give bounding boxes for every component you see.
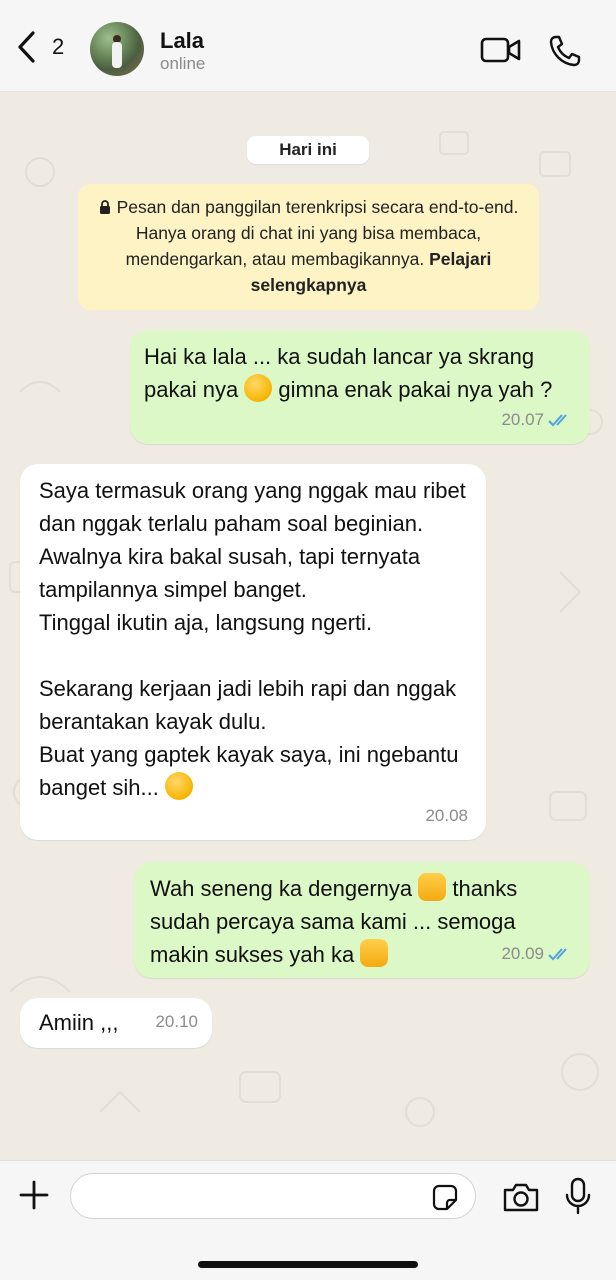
camera-icon[interactable]: [502, 1181, 540, 1213]
message-meta: 20.08: [425, 799, 468, 832]
phone-icon[interactable]: [548, 34, 582, 68]
chevron-left-icon: [18, 31, 35, 63]
message-incoming[interactable]: Saya termasuk orang yang nggak mau ribet…: [20, 464, 486, 840]
message-meta: 20.10: [155, 1005, 198, 1038]
date-separator: Hari ini: [247, 136, 369, 164]
message-meta: 20.09: [501, 937, 572, 970]
message-time: 20.10: [155, 1012, 198, 1031]
back-button[interactable]: 2: [16, 30, 64, 64]
message-time: 20.08: [425, 806, 468, 825]
contact-status: online: [160, 54, 206, 73]
encryption-notice[interactable]: Pesan dan panggilan terenkripsi secara e…: [78, 184, 539, 310]
composer-bar: [0, 1160, 616, 1280]
message-text: Wah seneng ka dengernya: [150, 876, 419, 901]
message-time: 20.07: [501, 410, 544, 429]
avatar[interactable]: [90, 22, 144, 76]
video-camera-icon[interactable]: [480, 36, 522, 64]
plus-icon[interactable]: [18, 1179, 50, 1211]
message-time: 20.09: [501, 944, 544, 963]
grinning-emoji-icon: [164, 772, 193, 800]
message-text: gimna enak pakai nya yah ?: [272, 377, 553, 402]
message-outgoing[interactable]: Wah seneng ka dengernya thanks sudah per…: [134, 862, 590, 978]
heart-hands-emoji-icon: [418, 873, 447, 901]
contact-name[interactable]: Lala: [160, 28, 204, 54]
unread-count: 2: [52, 34, 65, 59]
double-check-icon: [548, 413, 567, 426]
lock-icon: [99, 200, 110, 214]
message-input[interactable]: [70, 1173, 476, 1219]
message-outgoing[interactable]: Hai ka lala ... ka sudah lancar ya skran…: [130, 330, 590, 444]
sticker-icon[interactable]: [430, 1183, 460, 1213]
message-meta: 20.07: [501, 403, 572, 436]
chat-header: 2 Lala online: [0, 0, 616, 92]
palms-up-emoji-icon: [360, 939, 389, 967]
chat-area[interactable]: Hari ini Pesan dan panggilan terenkripsi…: [0, 92, 616, 1160]
message-incoming[interactable]: Amiin ,,, 20.10: [20, 998, 212, 1048]
double-check-icon: [548, 947, 567, 960]
home-indicator: [198, 1261, 418, 1268]
microphone-icon[interactable]: [564, 1177, 592, 1215]
message-text: Amiin ,,,: [39, 1010, 119, 1035]
message-text: Saya termasuk orang yang nggak mau ribet…: [39, 478, 466, 800]
star-struck-emoji-icon: [244, 374, 273, 402]
